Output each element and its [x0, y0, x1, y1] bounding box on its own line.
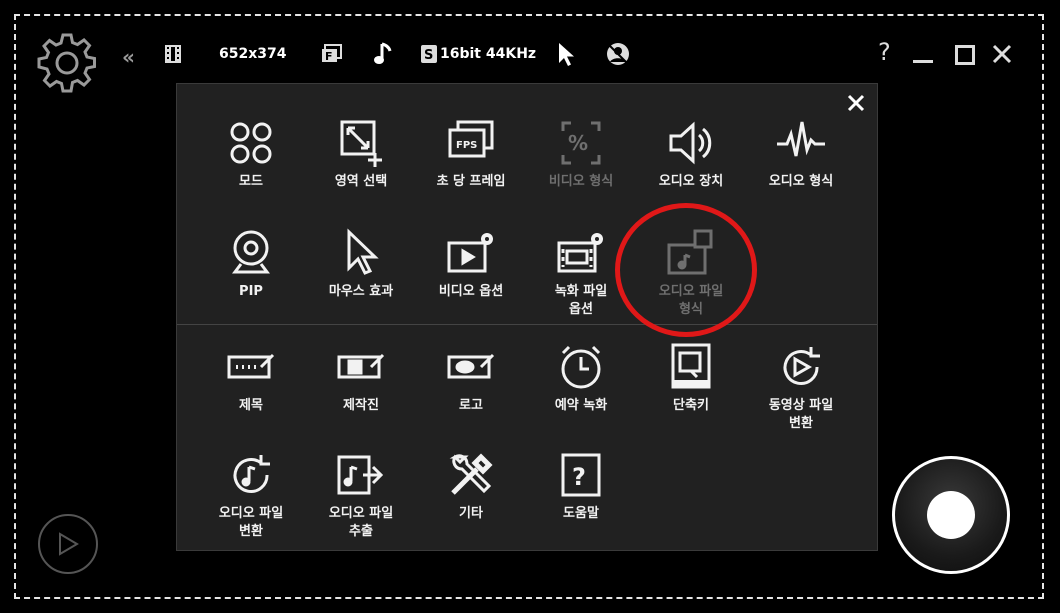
svg-text:%: %	[568, 131, 588, 155]
record-file-options-icon	[551, 225, 611, 281]
menu-item-speaker[interactable]: 오디오 장치	[636, 115, 746, 191]
panel-close-icon[interactable]	[847, 94, 865, 112]
music-note-icon[interactable]	[374, 42, 394, 66]
cursor-icon[interactable]	[556, 41, 576, 67]
close-icon[interactable]	[992, 44, 1012, 64]
sound-icon: S	[420, 44, 438, 64]
record-dot	[927, 491, 975, 539]
svg-text:?: ?	[572, 463, 586, 491]
menu-item-area-select[interactable]: 영역 선택	[306, 115, 416, 191]
title-icon	[221, 339, 281, 395]
area-select-icon	[331, 115, 391, 171]
tools-icon	[441, 447, 501, 503]
video-format-icon: %	[551, 115, 611, 171]
menu-item-label: 초 당 프레임	[436, 174, 506, 189]
menu-item-cursor[interactable]: 마우스 효과	[306, 225, 416, 301]
minimize-icon[interactable]	[913, 60, 933, 63]
menu-item-mode[interactable]: 모드	[196, 115, 306, 191]
menu-item-audio-convert[interactable]: 오디오 파일 변환	[196, 447, 306, 541]
menu-item-label: 녹화 파일 옵션	[554, 284, 608, 317]
menu-item-webcam[interactable]: PIP	[196, 225, 306, 301]
menu-item-hotkey[interactable]: 단축키	[636, 339, 746, 415]
menu-item-label: 오디오 파일 변환	[218, 506, 284, 539]
menu-item-label: 예약 녹화	[554, 398, 608, 413]
svg-text:S: S	[424, 48, 433, 63]
menu-item-label: 비디오 옵션	[438, 284, 504, 299]
fullscreen-icon[interactable]: F	[321, 44, 343, 64]
webcam-icon	[221, 225, 281, 281]
audio-convert-icon	[221, 447, 281, 503]
menu-item-tools[interactable]: 기타	[416, 447, 526, 523]
logo-icon	[441, 339, 501, 395]
menu-item-label: 마우스 효과	[328, 284, 394, 299]
resolution-text: 652x374	[219, 46, 287, 62]
menu-item-video-format: % 비디오 형식	[526, 115, 636, 191]
menu-item-logo[interactable]: 로고	[416, 339, 526, 415]
waveform-icon	[771, 115, 831, 171]
menu-item-fps[interactable]: FPS 초 당 프레임	[416, 115, 526, 191]
webcam-icon[interactable]	[606, 42, 630, 66]
menu-item-label: 오디오 파일 추출	[328, 506, 394, 539]
menu-item-label: 영역 선택	[334, 174, 388, 189]
play-button[interactable]	[38, 514, 98, 574]
menu-item-video-convert[interactable]: 동영상 파일 변환	[746, 339, 856, 433]
settings-gear-icon[interactable]	[35, 31, 99, 95]
mode-icon	[221, 115, 281, 171]
settings-menu-panel: 모드 영역 선택 FPS 초 당 프레임% 비디오 형식 오디오 장치 오디오 형식 PIP 마…	[176, 83, 878, 551]
collapse-icon[interactable]: «	[122, 45, 135, 69]
video-convert-icon	[771, 339, 831, 395]
menu-item-credits[interactable]: 제작진	[306, 339, 416, 415]
menu-item-label: 오디오 형식	[768, 174, 834, 189]
menu-item-label: 모드	[239, 174, 263, 189]
svg-text:F: F	[325, 50, 333, 63]
help-box-icon: ?	[551, 447, 611, 503]
menu-item-help-box[interactable]: ? 도움말	[526, 447, 636, 523]
menu-item-label: 비디오 형식	[548, 174, 614, 189]
menu-item-waveform[interactable]: 오디오 형식	[746, 115, 856, 191]
help-icon[interactable]: ?	[878, 38, 891, 66]
menu-item-label: 제작진	[343, 398, 379, 413]
menu-item-label: PIP	[239, 284, 263, 299]
menu-item-label: 로고	[459, 398, 483, 413]
menu-item-video-options[interactable]: 비디오 옵션	[416, 225, 526, 301]
menu-item-label: 동영상 파일 변환	[768, 398, 834, 431]
speaker-icon	[661, 115, 721, 171]
menu-item-label: 제목	[239, 398, 263, 413]
fps-icon: FPS	[441, 115, 501, 171]
video-options-icon	[441, 225, 501, 281]
menu-item-label: 오디오 장치	[658, 174, 724, 189]
menu-item-label: 도움말	[563, 506, 599, 521]
menu-divider	[177, 324, 877, 325]
menu-item-label: 기타	[459, 506, 483, 521]
audio-extract-icon	[331, 447, 391, 503]
highlight-circle	[615, 203, 757, 337]
menu-item-audio-extract[interactable]: 오디오 파일 추출	[306, 447, 416, 541]
menu-item-title[interactable]: 제목	[196, 339, 306, 415]
audio-format-text: 16bit 44KHz	[440, 46, 537, 62]
maximize-icon[interactable]	[955, 45, 975, 65]
film-icon	[164, 44, 182, 64]
record-button[interactable]	[892, 456, 1010, 574]
hotkey-icon	[661, 339, 721, 395]
cursor-icon	[331, 225, 391, 281]
credits-icon	[331, 339, 391, 395]
menu-item-label: 단축키	[673, 398, 709, 413]
svg-text:FPS: FPS	[456, 140, 477, 151]
clock-icon	[551, 339, 611, 395]
menu-item-clock[interactable]: 예약 녹화	[526, 339, 636, 415]
